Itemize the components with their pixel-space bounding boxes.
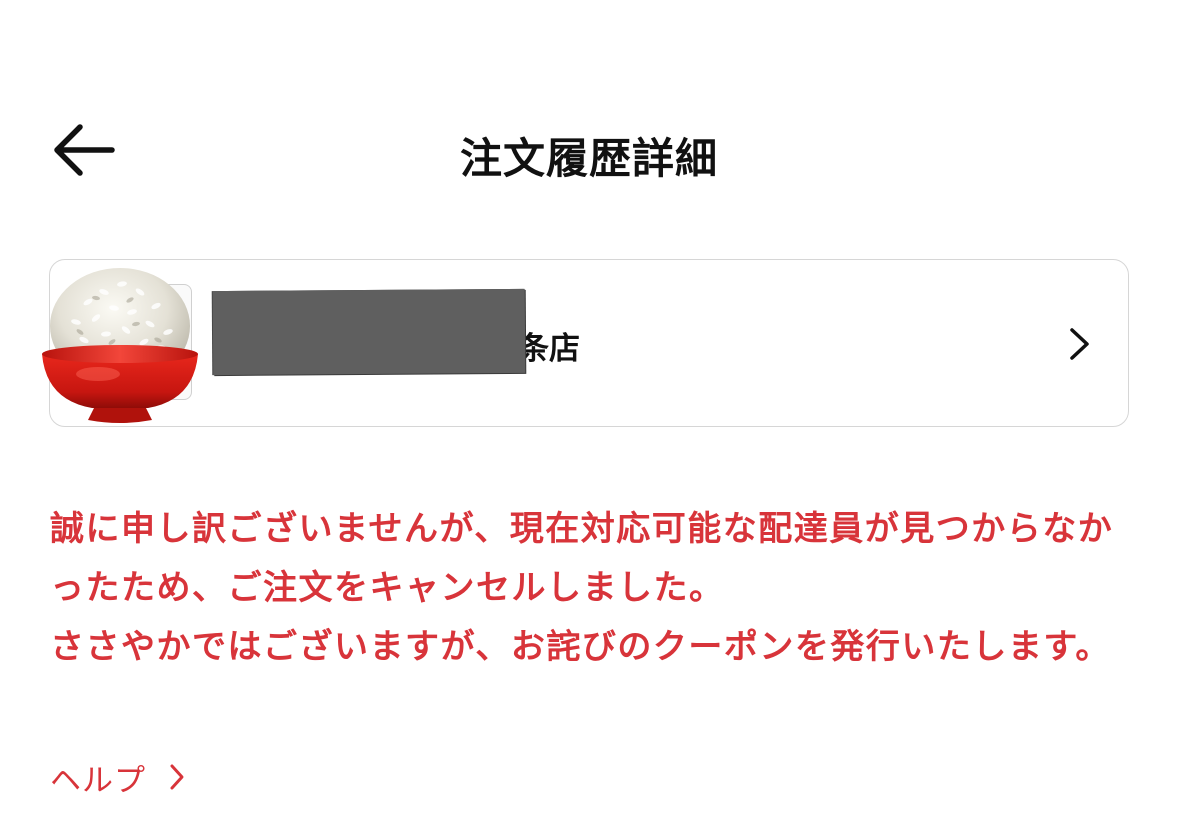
help-label: ヘルプ <box>50 762 146 799</box>
redacted-store-name <box>212 288 526 376</box>
rice-bowl-icon <box>42 268 198 423</box>
notice-paragraph-1: 誠に申し訳ございませんが、現在対応可能な配達員が見つからなかったため、ご注文をキ… <box>50 509 1114 608</box>
page-title: 注文履歴詳細 <box>459 134 718 183</box>
cancellation-notice: 誠に申し訳ございませんが、現在対応可能な配達員が見つからなかったため、ご注文をキ… <box>50 500 1130 677</box>
app-header: 注文履歴詳細 <box>0 105 1178 195</box>
store-card[interactable]: 条店 <box>42 259 1129 427</box>
order-history-detail-page: 注文履歴詳細 条店 誠に申し訳ございませんが、現在対応可能な配達員が見つからなか… <box>0 0 1178 833</box>
chevron-right-icon <box>1070 328 1089 360</box>
notice-paragraph-2: ささやかではございますが、お詫びのクーポンを発行いたします。 <box>50 627 1111 667</box>
chevron-right-icon <box>170 764 184 790</box>
store-name: 条店 <box>518 331 580 367</box>
help-link[interactable]: ヘルプ <box>50 755 186 799</box>
